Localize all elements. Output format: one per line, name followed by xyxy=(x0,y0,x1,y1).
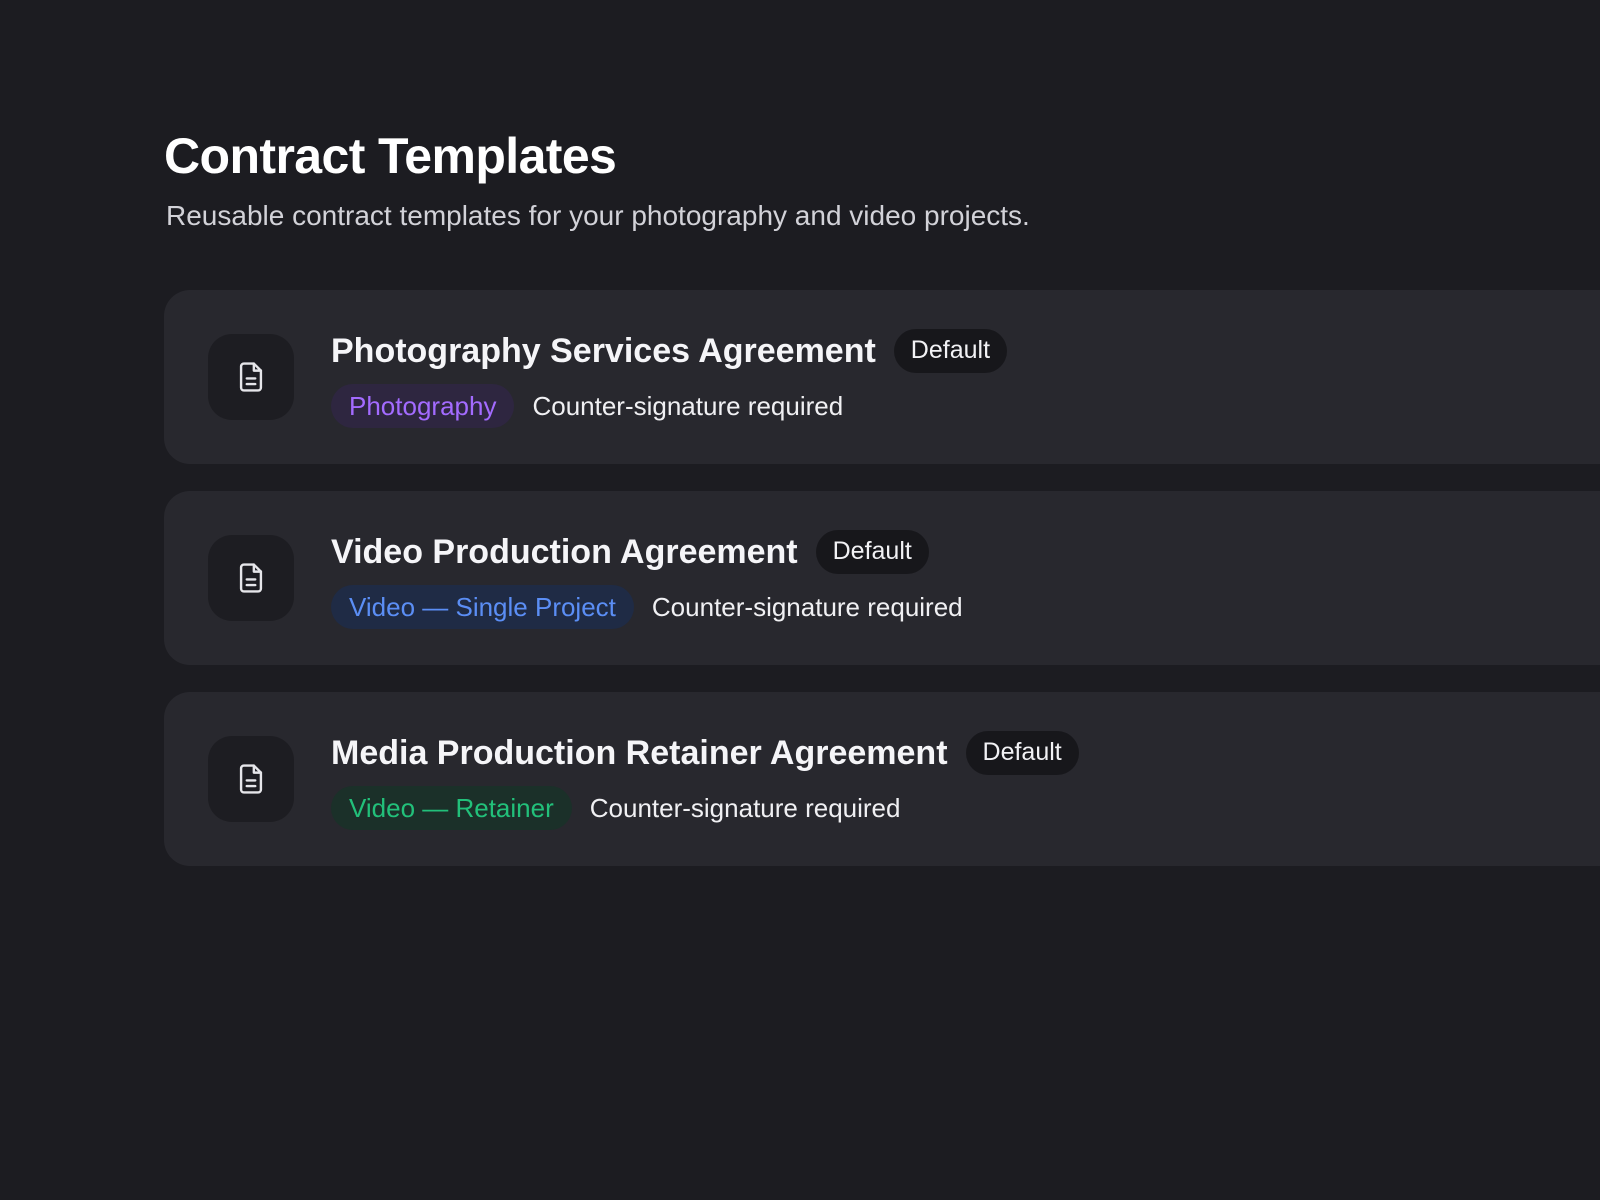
template-card-body: Media Production Retainer Agreement Defa… xyxy=(331,730,1600,830)
document-icon xyxy=(239,764,263,794)
template-meta-row: Photography Counter-signature required xyxy=(331,384,1600,428)
document-icon xyxy=(239,563,263,593)
signature-requirement: Counter-signature required xyxy=(589,792,901,823)
template-card-body: Photography Services Agreement Default P… xyxy=(331,328,1600,428)
page-title: Contract Templates xyxy=(164,128,617,184)
signature-requirement: Counter-signature required xyxy=(532,390,844,421)
category-tag-video-single-project: Video — Single Project xyxy=(331,585,634,629)
category-tag-video-retainer: Video — Retainer xyxy=(331,786,572,830)
default-badge: Default xyxy=(893,329,1008,373)
template-list: Photography Services Agreement Default P… xyxy=(164,290,1600,893)
template-meta-row: Video — Retainer Counter-signature requi… xyxy=(331,786,1600,830)
document-icon-tile xyxy=(208,334,294,420)
signature-requirement: Counter-signature required xyxy=(651,591,963,622)
template-meta-row: Video — Single Project Counter-signature… xyxy=(331,585,1600,629)
template-name[interactable]: Photography Services Agreement xyxy=(331,328,876,374)
template-title-row: Photography Services Agreement Default xyxy=(331,328,1600,374)
document-icon-tile xyxy=(208,535,294,621)
template-name[interactable]: Media Production Retainer Agreement xyxy=(331,730,948,776)
category-tag-photography: Photography xyxy=(331,384,515,428)
template-name[interactable]: Video Production Agreement xyxy=(331,529,798,575)
template-title-row: Media Production Retainer Agreement Defa… xyxy=(331,730,1600,776)
template-card-body: Video Production Agreement Default Video… xyxy=(331,529,1600,629)
template-card-video-production[interactable]: Video Production Agreement Default Video… xyxy=(164,491,1600,665)
document-icon xyxy=(239,362,263,392)
template-card-media-retainer[interactable]: Media Production Retainer Agreement Defa… xyxy=(164,692,1600,866)
document-icon-tile xyxy=(208,736,294,822)
page-subtitle: Reusable contract templates for your pho… xyxy=(166,200,1030,231)
template-title-row: Video Production Agreement Default xyxy=(331,529,1600,575)
default-badge: Default xyxy=(815,530,929,574)
template-card-photography-services[interactable]: Photography Services Agreement Default P… xyxy=(164,290,1600,464)
default-badge: Default xyxy=(965,731,1079,775)
